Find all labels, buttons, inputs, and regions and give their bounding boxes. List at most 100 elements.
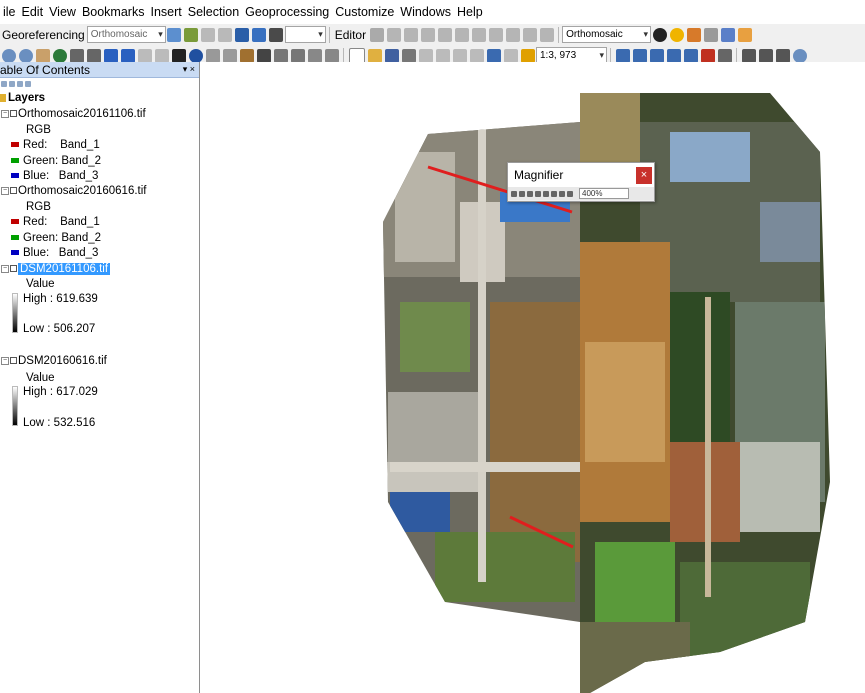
list-by-source-icon[interactable] — [9, 81, 15, 87]
list-by-drawing-order-icon[interactable] — [1, 81, 7, 87]
open-icon[interactable] — [367, 48, 382, 63]
fixed-zoom-out-icon[interactable] — [86, 48, 101, 63]
sketch-properties-icon[interactable] — [522, 27, 537, 42]
magnifier-tool-icon[interactable] — [511, 190, 517, 197]
map-view[interactable] — [200, 62, 865, 693]
editor-toolbar-icon[interactable] — [615, 48, 630, 63]
magnifier-zoom-combo[interactable]: 400% — [579, 188, 629, 199]
menu-selection[interactable]: Selection — [185, 5, 242, 19]
effects-icon[interactable] — [720, 27, 735, 42]
menu-file[interactable]: ile — [0, 5, 19, 19]
collapse-icon[interactable]: − — [1, 264, 9, 273]
link-table-icon[interactable] — [235, 27, 250, 42]
rotate-icon[interactable] — [269, 27, 284, 42]
scale-tool-icon[interactable] — [218, 27, 233, 42]
rotate-tool-icon[interactable] — [184, 27, 199, 42]
magnifier-tool-icon[interactable] — [567, 190, 573, 197]
go-to-xy-icon[interactable] — [290, 48, 305, 63]
magnifier-tool-icon[interactable] — [559, 190, 565, 197]
endpoint-arc-icon[interactable] — [420, 27, 435, 42]
modelbuilder-icon[interactable] — [717, 48, 732, 63]
magnifier-tool-icon[interactable] — [551, 190, 557, 197]
magnifier-tool-icon[interactable] — [543, 190, 549, 197]
layer-ortho-20160616[interactable]: − Orthomosaic20160616.tif — [1, 184, 147, 198]
fixed-zoom-in-icon[interactable] — [69, 48, 84, 63]
toc-icon[interactable] — [632, 48, 647, 63]
zoom-in-icon[interactable] — [1, 48, 16, 63]
hyperlink-icon[interactable] — [205, 48, 220, 63]
copy-icon[interactable] — [435, 48, 450, 63]
search-window-icon[interactable] — [666, 48, 681, 63]
back-icon[interactable] — [103, 48, 118, 63]
magnifier-window[interactable]: Magnifier × 400% — [507, 162, 655, 202]
layer-ortho-20161106[interactable]: − Orthomosaic20161106.tif — [1, 107, 146, 121]
catalog-icon[interactable] — [649, 48, 664, 63]
shift-tool-icon[interactable] — [201, 27, 216, 42]
pan-icon[interactable] — [35, 48, 50, 63]
georeferencing-layer-combo[interactable]: Orthomosaic — [86, 26, 166, 43]
save-icon[interactable] — [384, 48, 399, 63]
layout-pan-icon[interactable] — [775, 48, 790, 63]
collapse-icon[interactable]: − — [1, 186, 9, 195]
html-popup-icon[interactable] — [222, 48, 237, 63]
add-control-points-icon[interactable] — [167, 27, 182, 42]
redo-icon[interactable] — [503, 48, 518, 63]
magnifier-tool-icon[interactable] — [535, 190, 541, 197]
identify-icon[interactable] — [737, 27, 752, 42]
identify-info-icon[interactable] — [188, 48, 203, 63]
list-by-selection-icon[interactable] — [25, 81, 31, 87]
menu-edit[interactable]: Edit — [19, 5, 47, 19]
undo-icon[interactable] — [486, 48, 501, 63]
menu-insert[interactable]: Insert — [147, 5, 184, 19]
sketch-tool-icon[interactable] — [386, 27, 401, 42]
layer-combo[interactable]: Orthomosaic — [562, 26, 652, 43]
magnifier-tool-icon[interactable] — [519, 190, 525, 197]
layer-visibility-checkbox[interactable] — [10, 357, 17, 365]
split-icon[interactable] — [471, 27, 486, 42]
straight-segment-icon[interactable] — [403, 27, 418, 42]
menu-geoprocessing[interactable]: Geoprocessing — [242, 5, 332, 19]
magnifier-titlebar[interactable]: Magnifier × — [508, 163, 654, 187]
transparency-slider[interactable] — [284, 26, 326, 43]
editor-menu[interactable]: Editor — [335, 28, 366, 42]
zoom-out-icon[interactable] — [18, 48, 33, 63]
select-features-icon[interactable] — [137, 48, 152, 63]
create-features-icon[interactable] — [539, 27, 554, 42]
layer-dsm-20160616[interactable]: − DSM20160616.tif — [1, 354, 107, 368]
menu-windows[interactable]: Windows — [397, 5, 454, 19]
flicker-icon[interactable] — [703, 27, 718, 42]
layout-zoom-in-icon[interactable] — [741, 48, 756, 63]
cut-polygon-icon[interactable] — [454, 27, 469, 42]
add-data-icon[interactable] — [520, 48, 535, 63]
list-by-visibility-icon[interactable] — [17, 81, 23, 87]
collapse-icon[interactable]: − — [1, 109, 9, 118]
layout-search-icon[interactable] — [792, 48, 807, 63]
layer-dsm-20161106[interactable]: − DSM20161106.tif — [1, 262, 111, 276]
layer-visibility-checkbox[interactable] — [10, 265, 17, 273]
find-icon[interactable] — [256, 48, 271, 63]
contrast-icon[interactable] — [652, 27, 667, 42]
trace-icon[interactable] — [437, 27, 452, 42]
georeferencing-label[interactable]: Georeferencing — [2, 28, 85, 42]
menu-help[interactable]: Help — [454, 5, 486, 19]
forward-icon[interactable] — [120, 48, 135, 63]
swipe-icon[interactable] — [686, 27, 701, 42]
rotate-edit-icon[interactable] — [488, 27, 503, 42]
python-icon[interactable] — [700, 48, 715, 63]
menu-bookmarks[interactable]: Bookmarks — [79, 5, 148, 19]
delete-icon[interactable] — [469, 48, 484, 63]
menu-view[interactable]: View — [46, 5, 79, 19]
clear-selection-icon[interactable] — [154, 48, 169, 63]
layer-visibility-checkbox[interactable] — [10, 187, 17, 195]
selected-layer-name[interactable]: DSM20161106.tif — [18, 263, 111, 275]
attributes-icon[interactable] — [505, 27, 520, 42]
edit-tool-icon[interactable] — [369, 27, 384, 42]
viewer-icon[interactable] — [324, 48, 339, 63]
collapse-icon[interactable]: − — [1, 356, 9, 365]
find-route-icon[interactable] — [273, 48, 288, 63]
layout-zoom-out-icon[interactable] — [758, 48, 773, 63]
measure-icon[interactable] — [239, 48, 254, 63]
time-slider-icon[interactable] — [307, 48, 322, 63]
layer-visibility-checkbox[interactable] — [10, 110, 17, 118]
magnifier-close-button[interactable]: × — [636, 166, 652, 184]
